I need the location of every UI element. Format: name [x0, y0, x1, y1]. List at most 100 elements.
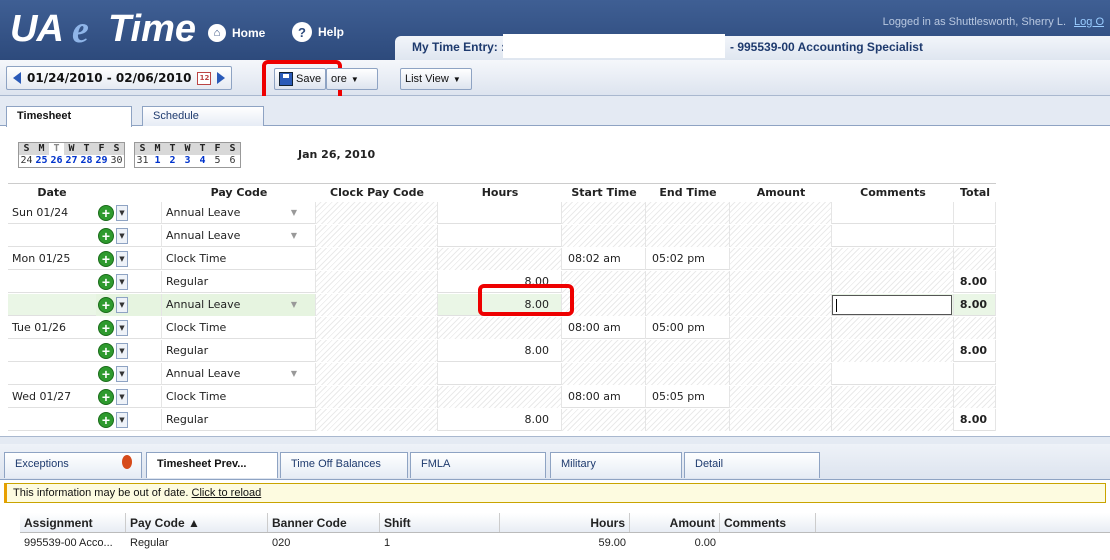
- add-row-icon[interactable]: +: [98, 389, 114, 405]
- cal-date[interactable]: 3: [180, 155, 195, 167]
- cal-date[interactable]: 26: [49, 155, 64, 167]
- grid-hours-cell[interactable]: [438, 317, 562, 339]
- grid-pay-code-cell[interactable]: Regular: [162, 271, 316, 293]
- pane-splitter[interactable]: [0, 436, 1110, 444]
- cal-date[interactable]: 1: [150, 155, 165, 167]
- col-start-time[interactable]: Start Time: [562, 184, 646, 202]
- preview-col-shift[interactable]: Shift: [380, 513, 500, 532]
- add-row-icon[interactable]: +: [98, 205, 114, 221]
- add-row-icon[interactable]: +: [98, 228, 114, 244]
- cal-date[interactable]: 31: [135, 155, 150, 167]
- row-menu-icon[interactable]: ▼: [116, 228, 128, 244]
- grid-pay-code-cell[interactable]: Regular: [162, 340, 316, 362]
- grid-pay-code-cell[interactable]: Annual Leave ▼: [162, 363, 316, 385]
- row-menu-icon[interactable]: ▼: [116, 297, 128, 313]
- grid-start-time-cell[interactable]: [562, 225, 646, 247]
- grid-end-time-cell[interactable]: 05:02 pm: [646, 248, 730, 270]
- row-menu-icon[interactable]: ▼: [116, 412, 128, 428]
- row-menu-icon[interactable]: ▼: [116, 343, 128, 359]
- grid-hours-cell[interactable]: [438, 363, 562, 385]
- preview-col-comments[interactable]: Comments: [720, 513, 816, 532]
- home-link[interactable]: ⌂ Home: [208, 24, 265, 42]
- list-view-menu[interactable]: List View ▼: [400, 68, 472, 90]
- chevron-down-icon[interactable]: ▼: [291, 363, 297, 384]
- grid-comments-cell[interactable]: [832, 340, 954, 362]
- col-total[interactable]: Total: [954, 184, 996, 202]
- reload-link[interactable]: Click to reload: [192, 487, 262, 499]
- preview-col-assignment[interactable]: Assignment: [20, 513, 126, 532]
- grid-hours-cell[interactable]: 8.00: [438, 340, 562, 362]
- grid-comments-cell[interactable]: [832, 363, 954, 385]
- preview-col-hours[interactable]: Hours: [500, 513, 630, 532]
- grid-start-time-cell[interactable]: [562, 363, 646, 385]
- grid-hours-cell[interactable]: 8.00: [438, 409, 562, 431]
- preview-col-banner-code[interactable]: Banner Code: [268, 513, 380, 532]
- grid-end-time-cell[interactable]: 05:05 pm: [646, 386, 730, 408]
- cal-date[interactable]: 2: [165, 155, 180, 167]
- grid-pay-code-cell[interactable]: Regular: [162, 409, 316, 431]
- add-row-icon[interactable]: +: [98, 412, 114, 428]
- cal-date[interactable]: 6: [225, 155, 240, 167]
- grid-comments-cell[interactable]: [832, 386, 954, 408]
- grid-pay-code-cell[interactable]: Clock Time: [162, 248, 316, 270]
- grid-hours-cell[interactable]: [438, 225, 562, 247]
- col-comments[interactable]: Comments: [832, 184, 954, 202]
- row-menu-icon[interactable]: ▼: [116, 320, 128, 336]
- grid-hours-cell[interactable]: [438, 248, 562, 270]
- chevron-down-icon[interactable]: ▼: [291, 225, 297, 246]
- grid-pay-code-cell[interactable]: Annual Leave ▼: [162, 225, 316, 247]
- cal-date[interactable]: 30: [109, 155, 124, 167]
- col-amount[interactable]: Amount: [730, 184, 832, 202]
- grid-comments-cell[interactable]: [832, 317, 954, 339]
- chevron-down-icon[interactable]: ▼: [291, 294, 297, 315]
- cal-date[interactable]: 24: [19, 155, 34, 167]
- cal-date[interactable]: 29: [94, 155, 109, 167]
- grid-comments-cell[interactable]: [832, 294, 954, 316]
- grid-end-time-cell[interactable]: [646, 294, 730, 316]
- prev-period-icon[interactable]: [13, 72, 21, 84]
- row-menu-icon[interactable]: ▼: [116, 274, 128, 290]
- add-row-icon[interactable]: +: [98, 320, 114, 336]
- add-row-icon[interactable]: +: [98, 366, 114, 382]
- comments-input[interactable]: [832, 295, 952, 315]
- calendar-icon[interactable]: 12: [197, 71, 212, 85]
- col-date[interactable]: Date: [8, 184, 96, 202]
- date-range-picker[interactable]: 01/24/2010 - 02/06/2010 12: [6, 66, 233, 90]
- grid-hours-cell[interactable]: [438, 386, 562, 408]
- grid-pay-code-cell[interactable]: Annual Leave ▼: [162, 294, 316, 316]
- preview-row[interactable]: 995539-00 Acco... Regular 020 1 59.00 0.…: [20, 534, 1110, 552]
- grid-end-time-cell[interactable]: [646, 340, 730, 362]
- add-row-icon[interactable]: +: [98, 274, 114, 290]
- cal-date[interactable]: 25: [34, 155, 49, 167]
- tab-time-off-balances[interactable]: Time Off Balances: [280, 452, 408, 478]
- row-menu-icon[interactable]: ▼: [116, 251, 128, 267]
- add-row-icon[interactable]: +: [98, 297, 114, 313]
- grid-end-time-cell[interactable]: [646, 409, 730, 431]
- tab-schedule[interactable]: Schedule: [142, 106, 264, 126]
- grid-start-time-cell[interactable]: 08:00 am: [562, 386, 646, 408]
- grid-end-time-cell[interactable]: 05:00 pm: [646, 317, 730, 339]
- grid-start-time-cell[interactable]: [562, 202, 646, 224]
- grid-hours-cell[interactable]: [438, 202, 562, 224]
- chevron-down-icon[interactable]: ▼: [291, 202, 297, 223]
- add-row-icon[interactable]: +: [98, 251, 114, 267]
- tab-detail[interactable]: Detail: [684, 452, 820, 478]
- grid-comments-cell[interactable]: [832, 409, 954, 431]
- grid-start-time-cell[interactable]: [562, 271, 646, 293]
- row-menu-icon[interactable]: ▼: [116, 205, 128, 221]
- logout-link[interactable]: Log O: [1074, 16, 1104, 28]
- tab-exceptions[interactable]: Exceptions: [4, 452, 142, 478]
- col-end-time[interactable]: End Time: [646, 184, 730, 202]
- grid-pay-code-cell[interactable]: Clock Time: [162, 386, 316, 408]
- grid-comments-cell[interactable]: [832, 225, 954, 247]
- grid-end-time-cell[interactable]: [646, 363, 730, 385]
- grid-start-time-cell[interactable]: [562, 340, 646, 362]
- tab-timesheet-preview[interactable]: Timesheet Prev...: [146, 452, 278, 478]
- grid-start-time-cell[interactable]: 08:00 am: [562, 317, 646, 339]
- cal-date[interactable]: 28: [79, 155, 94, 167]
- grid-comments-cell[interactable]: [832, 248, 954, 270]
- grid-start-time-cell[interactable]: [562, 409, 646, 431]
- grid-pay-code-cell[interactable]: Annual Leave ▼: [162, 202, 316, 224]
- cal-date[interactable]: 27: [64, 155, 79, 167]
- row-menu-icon[interactable]: ▼: [116, 389, 128, 405]
